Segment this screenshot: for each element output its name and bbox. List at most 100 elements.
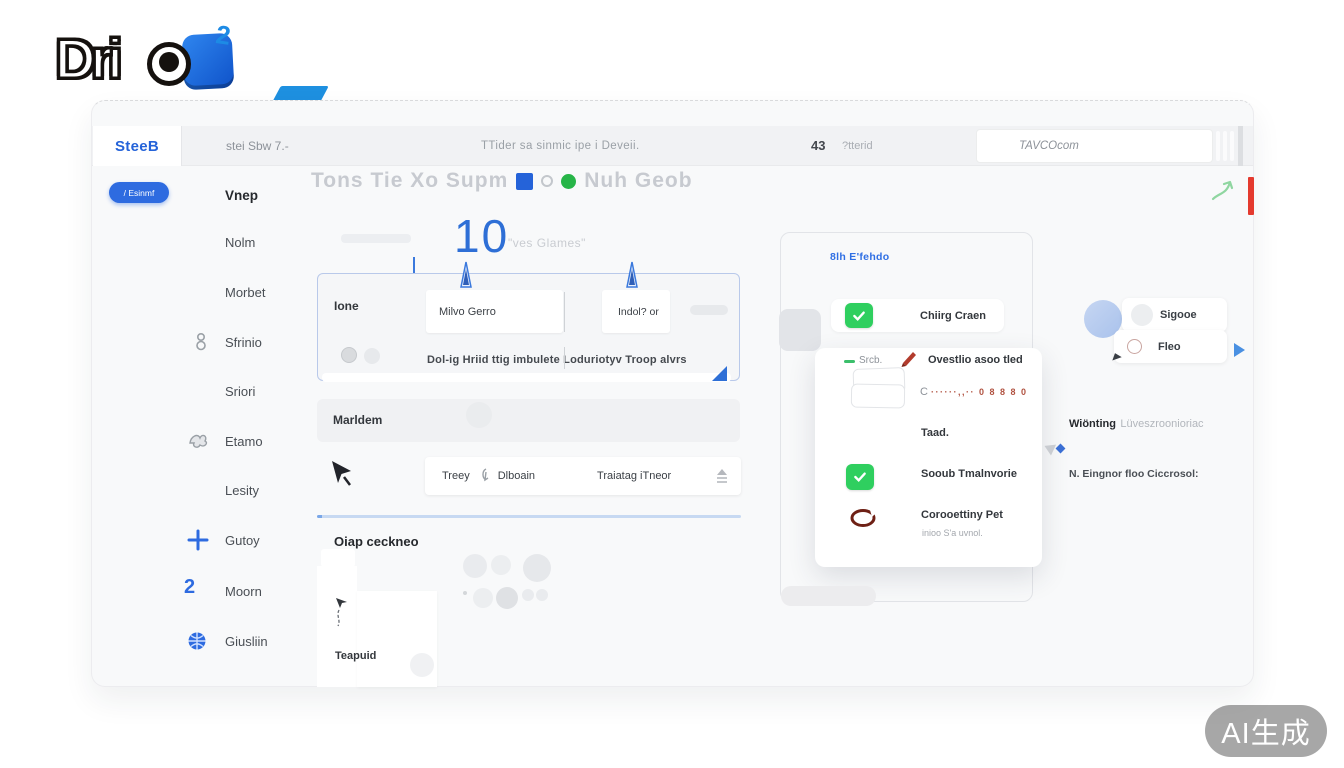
sidebar-item-moorn[interactable]: 2 Moorn [132,580,332,602]
scribble-icon [187,430,211,452]
sidebar-item-label: Nolm [225,235,255,250]
card-title: 8lh E'fehdo [830,251,889,263]
check-row[interactable]: Chiirg Craen [831,299,1004,332]
field-divider [564,292,565,332]
input-field-2[interactable] [602,290,670,333]
dropdown-item[interactable]: Corooettiny Pet inioo S'a uvnol. [815,503,1042,547]
field-divider [564,347,565,369]
dropdown-item-prefix: C [920,386,928,398]
dropdown-item-text: Ovestlio asoo tled [928,354,1023,366]
dropdown-item-text: Taad. [921,427,949,439]
ring-icon [541,175,553,187]
dropdown-item-text: ······,,·· 0 8 8 8 0 [931,387,1028,397]
sidebar-item-vnep[interactable]: Vnep [132,184,332,206]
clip-icon [478,466,494,486]
section-divider [317,515,741,518]
number-2-icon: 2 [184,576,195,599]
dropdown-item[interactable]: Taad. [815,420,1042,446]
check-button[interactable] [846,464,874,490]
sidebar-item-label: Moorn [225,584,262,599]
avatar-dot [341,347,357,363]
brand-cell[interactable]: SteeB [93,126,182,166]
sidebar-item-etamo[interactable]: Etamo [132,430,332,452]
placeholder-circle [463,554,487,578]
avatar-dot [364,348,380,364]
placeholder-block [321,549,355,567]
sidebar-item-label: Morbet [225,285,265,300]
refresh-icon [848,507,878,529]
page-title-left: Tons Tie Xo Supm [311,169,508,193]
placeholder-dot [536,589,548,601]
green-dot-icon [561,174,576,189]
footer-label: Teapuid [335,650,376,662]
placeholder-dot [463,591,467,595]
dropdown-item[interactable]: Sooub Tmalnvorie [815,460,1042,492]
dropdown-item-sub: inioo S'a uvnol. [922,528,983,538]
toolbar-value-1: Treey [442,470,470,482]
check-icon [851,308,867,324]
sidebar-item-morbet[interactable]: Morbet [132,281,332,303]
form-row-text: Dol-ig Hriid ttig imbulete Loduriotyv Tr… [427,354,687,366]
search-input[interactable] [976,129,1213,163]
placeholder-circle [523,554,551,582]
note-bold: Wiönting [1069,418,1116,430]
page: Dri 2 SteeB stei Sbw 7.- TTider sa sinmi… [0,0,1344,768]
toolbar-value-3: Traiatag iTneor [597,470,671,482]
watermark-text: AI生成 [1221,710,1310,752]
stat-value: 10 [454,209,509,263]
sort-stepper-icon[interactable] [717,469,727,483]
topbar-count-label: ?tterid [842,140,873,152]
blue-marker-icon [1056,444,1066,454]
topbar-menu-left[interactable]: stei Sbw 7.- [226,139,289,153]
topbar-scrollbar[interactable] [1216,131,1237,166]
input-field-1[interactable] [426,290,563,333]
placeholder-bar [341,234,411,243]
stat-label: "ves Glames" [508,236,586,250]
gray-cursor-icon [1042,440,1056,455]
page-title: Tons Tie Xo Supm Nuh Geob [311,169,693,193]
sigooe-button[interactable]: Sigooe [1122,298,1227,332]
placeholder-bar [781,586,876,606]
topbar-menu-center[interactable]: TTider sa sinmic ipe i Deveii. [481,140,640,152]
placeholder-circle [491,555,511,575]
section-title: Oiap ceckneo [334,534,419,549]
sidebar-item-label: Sfrinio [225,335,262,350]
placeholder-dot [522,589,534,601]
blue-square-icon [516,173,533,190]
play-arrow-icon[interactable] [1234,343,1245,357]
sidebar-item-label: Vnep [225,188,258,203]
button-label: Fleo [1158,341,1181,353]
button-icon [1127,339,1142,354]
form-bottom-bar [322,373,731,382]
sidebar-item-nolm[interactable]: Nolm [132,231,332,253]
fleo-button[interactable]: Fleo [1114,330,1227,363]
placeholder-circle [496,587,518,609]
corner-arrow-icon[interactable] [712,366,727,381]
sidebar-item-lesity[interactable]: Lesity [132,479,332,501]
logo-eye-icon [147,42,191,86]
sidebar-item-gutoy[interactable]: Gutoy [132,529,332,551]
sidebar-item-label: Giusliin [225,634,268,649]
note-rest: Lüveszroonioriac [1120,418,1203,430]
check-button[interactable] [845,303,873,328]
pin-marker-icon [458,260,474,290]
topbar-count: 43 [811,138,825,153]
scroll-indicator [1248,177,1254,215]
sidebar-item-sriori[interactable]: Sriori [132,380,332,402]
placeholder-circle [410,653,434,677]
dropdown-item-text: Corooettiny Pet [921,509,1003,521]
toolbar-row[interactable]: Treey Dlboain Traiatag iTneor [425,457,741,495]
sidebar-item-sfrinio[interactable]: Sfrinio [132,331,332,353]
pen-icon [899,348,919,368]
cursor-pointer-icon [330,459,356,491]
placeholder-circle [466,402,492,428]
dropdown-item[interactable]: C ······,,·· 0 8 8 8 0 [815,378,1042,408]
pin-marker-icon [624,260,640,290]
globe-icon [187,631,207,651]
dropdown-item[interactable]: Srcb. Ovestlio asoo tled [815,348,1042,378]
form-section-2: Marldem [317,399,740,442]
field-label: Marldem [333,413,382,427]
cursor-doodle-icon [332,596,350,630]
sidebar-item-giusliin[interactable]: Giusliin [132,630,332,652]
check-icon [852,469,868,485]
